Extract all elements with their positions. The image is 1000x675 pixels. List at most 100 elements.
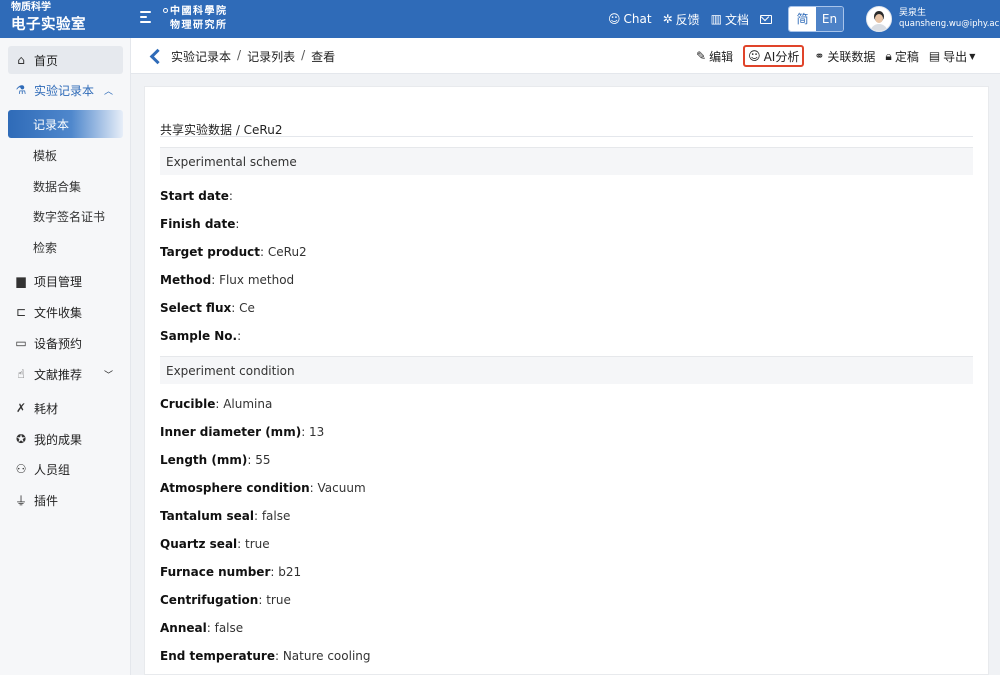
chevron-down-icon: ﹀ (103, 370, 113, 381)
microscope-icon: ⚗ (15, 83, 27, 97)
breadcrumb-separator: / (301, 48, 306, 62)
field-sample-no: Sample No.: (160, 329, 242, 343)
chevron-up-icon: ︿ (103, 86, 113, 97)
user-name: 吴泉生 (899, 8, 927, 18)
export-button[interactable]: ▤ 导出 ▼ (929, 45, 976, 67)
docs-label: 文档 (724, 12, 749, 27)
avatar (866, 6, 892, 32)
chat-icon: ☺ (608, 12, 621, 26)
field-select-flux: Select flux: Ce (160, 301, 255, 315)
edit-label: 编辑 (709, 49, 734, 64)
section-experiment-condition: Experiment condition (160, 356, 973, 384)
lang-en-option[interactable]: En (816, 7, 843, 31)
record-card: 共享实验数据 / CeRu2 Experimental scheme Start… (144, 86, 989, 675)
feedback-label: 反馈 (675, 12, 700, 27)
field-centrifugation: Centrifugation: true (160, 593, 291, 607)
caret-down-icon: ▼ (969, 51, 976, 61)
sidebar-subitem-certificates[interactable]: 数字签名证书 (8, 202, 123, 230)
top-actions: ☺ Chat ✲ 反馈 ▥ 文档 简 En (608, 6, 844, 32)
sidebar-item-label: 首页 (34, 53, 59, 68)
breadcrumb-separator: / (237, 48, 242, 62)
section-experimental-scheme: Experimental scheme (160, 147, 973, 175)
folder-tree-icon: ⊏ (15, 305, 27, 319)
edit-button[interactable]: ✎ 编辑 (696, 45, 733, 67)
institution-line1: 中國科學院 (170, 6, 228, 17)
bug-icon: ✲ (662, 12, 673, 26)
field-start-date: Start date: (160, 189, 233, 203)
folder-icon: ▆ (16, 274, 26, 288)
sidebar-subitem-notebooks[interactable]: 记录本 (8, 110, 123, 138)
desktop-icon: ▭ (15, 336, 27, 350)
lang-cn-option[interactable]: 简 (789, 7, 816, 31)
sidebar-item-home[interactable]: ⌂ 首页 (8, 46, 123, 74)
sidebar-item-file-collection[interactable]: ⊏ 文件收集 (8, 298, 123, 326)
chat-label: Chat (623, 12, 652, 26)
field-tantalum-seal: Tantalum seal: false (160, 509, 291, 523)
sidebar-item-projects[interactable]: ▆ 项目管理 (8, 267, 123, 295)
lock-icon: 🔒︎ (885, 48, 892, 63)
breadcrumb-bar: 实验记录本 / 记录列表 / 查看 ✎ 编辑 ☺ AI分析 ⚭ 关联数据 🔒︎ … (131, 38, 1000, 74)
sidebar-item-equipment[interactable]: ▭ 设备预约 (8, 329, 123, 357)
sidebar-item-plugins[interactable]: ⏚ 插件 (8, 486, 123, 514)
field-finish-date: Finish date: (160, 217, 240, 231)
chat-button[interactable]: ☺ Chat (608, 7, 652, 31)
sidebar-item-literature[interactable]: ☝ 文献推荐 ﹀ (8, 360, 123, 388)
sidebar-item-notebook[interactable]: ⚗ 实验记录本 ︿ (8, 76, 123, 104)
field-quartz-seal: Quartz seal: true (160, 537, 270, 551)
award-icon: ✪ (15, 432, 27, 446)
back-arrow-icon[interactable] (148, 48, 162, 64)
field-crucible: Crucible: Alumina (160, 397, 273, 411)
breadcrumb-notebook[interactable]: 实验记录本 (171, 48, 231, 65)
linked-data-label: 关联数据 (827, 49, 876, 64)
brand-title: 电子实验室 (11, 17, 86, 33)
pdf-file-icon: ▤ (928, 49, 941, 63)
ai-analysis-button[interactable]: ☺ AI分析 (743, 45, 805, 67)
field-end-temperature: End temperature: Nature cooling (160, 649, 371, 663)
user-menu[interactable]: 吴泉生 quansheng.wu@iphy.ac.cn (866, 6, 1000, 32)
field-atmosphere: Atmosphere condition: Vacuum (160, 481, 366, 495)
sidebar-item-groups[interactable]: ⚇ 人员组 (8, 455, 123, 483)
sidebar-item-achievements[interactable]: ✪ 我的成果 (8, 425, 123, 453)
ai-icon: ☺ (748, 49, 761, 63)
edit-icon: ✎ (696, 49, 707, 63)
breadcrumb-current: 查看 (311, 50, 336, 64)
brand[interactable]: 物质科学 电子实验室 (0, 0, 131, 38)
sidebar-item-label: 文件收集 (34, 305, 83, 320)
finalize-label: 定稿 (894, 49, 919, 64)
sidebar-item-label: 文献推荐 (34, 367, 83, 382)
sidebar: ⌂ 首页 ⚗ 实验记录本 ︿ 记录本 模板 数据合集 数字签名证书 检索 ▆ 项… (0, 38, 131, 675)
ai-analysis-label: AI分析 (763, 49, 800, 64)
sidebar-subitem-templates[interactable]: 模板 (8, 141, 123, 169)
sidebar-item-label: 我的成果 (34, 432, 83, 447)
sidebar-item-consumables[interactable]: ✗ 耗材 (8, 394, 123, 422)
linked-data-button[interactable]: ⚭ 关联数据 (814, 45, 875, 67)
sidebar-item-label: 耗材 (34, 401, 59, 416)
user-email: quansheng.wu@iphy.ac.cn (899, 19, 1000, 29)
field-anneal: Anneal: false (160, 621, 244, 635)
breadcrumb-record-list[interactable]: 记录列表 (247, 48, 295, 65)
export-label: 导出 (943, 49, 968, 64)
sidebar-item-label: 插件 (34, 493, 59, 508)
book-icon: ▥ (710, 12, 722, 26)
docs-button[interactable]: ▥ 文档 (711, 7, 749, 31)
tools-icon: ✗ (15, 401, 27, 415)
field-method: Method: Flux method (160, 273, 295, 287)
mail-icon[interactable] (760, 14, 772, 24)
menu-toggle-icon[interactable] (140, 11, 151, 25)
main-content: 共享实验数据 / CeRu2 Experimental scheme Start… (131, 74, 1000, 675)
field-furnace-number: Furnace number: b21 (160, 565, 302, 579)
users-icon: ⚇ (15, 462, 27, 476)
sidebar-item-label: 实验记录本 (34, 83, 95, 98)
link-icon: ⚭ (814, 49, 825, 63)
top-bar: 物质科学 电子实验室 中國科學院 物理研究所 ☺ Chat ✲ 反馈 ▥ 文档 … (0, 0, 1000, 38)
sidebar-subitem-search[interactable]: 检索 (8, 233, 123, 261)
finalize-button[interactable]: 🔒︎ 定稿 (885, 45, 918, 67)
institution-logo: 中國科學院 物理研究所 (163, 5, 243, 33)
home-icon: ⌂ (17, 53, 25, 67)
sidebar-item-label: 项目管理 (34, 274, 83, 289)
feedback-button[interactable]: ✲ 反馈 (663, 7, 700, 31)
institution-emblem-icon (163, 8, 168, 13)
field-length: Length (mm): 55 (160, 453, 271, 467)
sidebar-subitem-datasets[interactable]: 数据合集 (8, 172, 123, 200)
field-inner-diameter: Inner diameter (mm): 13 (160, 425, 325, 439)
